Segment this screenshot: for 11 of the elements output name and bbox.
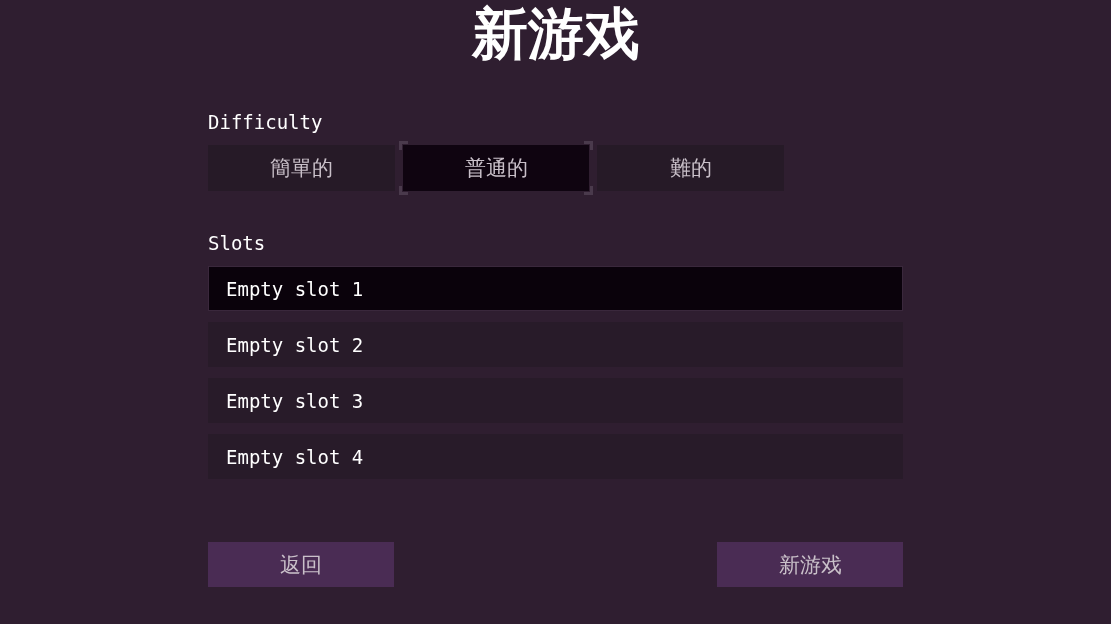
difficulty-option[interactable]: 難的 [597,145,784,191]
section-label: Slots [208,231,266,255]
save-slot[interactable]: Empty slot 1 [208,266,903,311]
page-title: 新游戏 [471,0,640,68]
save-slot[interactable]: Empty slot 4 [208,434,903,479]
back-button[interactable]: 返回 [208,542,394,587]
save-slot[interactable]: Empty slot 3 [208,378,903,423]
save-slot[interactable]: Empty slot 2 [208,322,903,367]
new-game-button[interactable]: 新游戏 [717,542,903,587]
section-label: Difficulty [208,110,323,134]
difficulty-option[interactable]: 簡單的 [208,145,395,191]
